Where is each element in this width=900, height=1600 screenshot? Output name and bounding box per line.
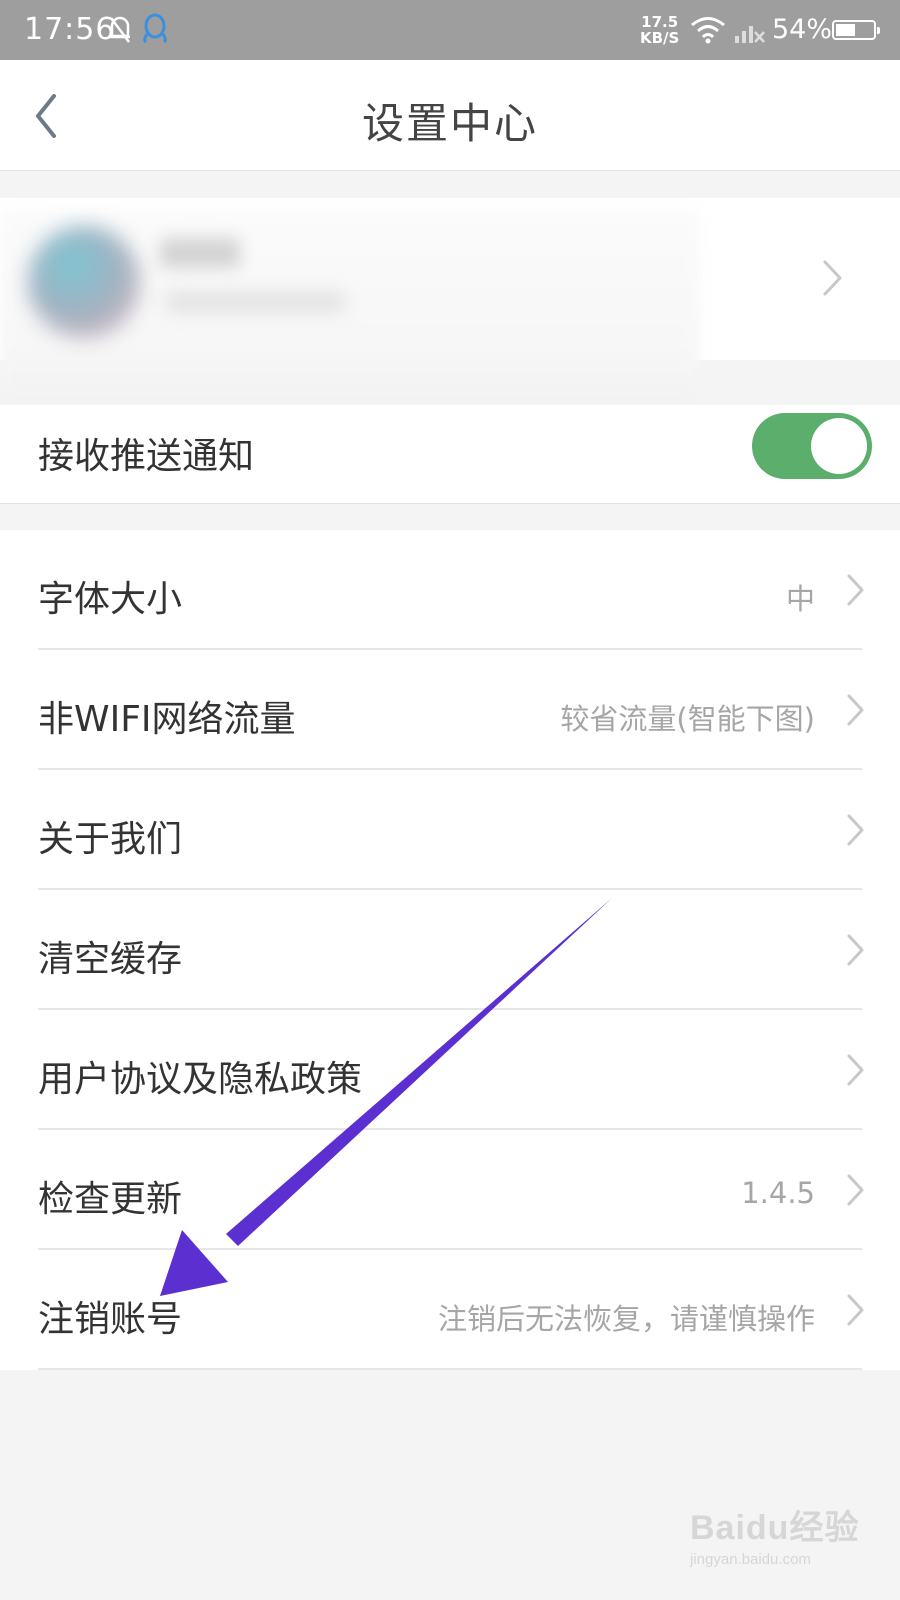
watermark-url: jingyan.baidu.com [690,1551,811,1568]
baidu-jingyan-watermark: Baidu经验 jingyan.baidu.com [690,1500,859,1568]
watermark-logo: Baidu经验 [690,1509,860,1547]
settings-row-font-size[interactable]: 字体大小 中 [0,530,900,650]
chevron-right-icon [845,572,865,612]
settings-row-label: 用户协议及隐私政策 [38,1059,363,1100]
settings-row-non-wifi-traffic[interactable]: 非WIFI网络流量 较省流量(智能下图) [0,650,900,770]
settings-row-label: 非WIFI网络流量 [38,699,296,740]
divider [38,1368,862,1370]
user-subtitle-blurred [165,292,345,312]
battery-percent: 54% [772,14,833,45]
settings-row-label: 关于我们 [38,819,183,860]
network-speed: 17.5 KB/S [640,14,679,46]
chevron-right-icon [845,1292,865,1332]
push-notification-label: 接收推送通知 [38,436,255,477]
username-blurred [160,238,240,268]
qq-penguin-icon [142,12,168,50]
settings-row-label: 注销账号 [38,1299,183,1340]
settings-row-value: 中 [785,582,815,616]
chevron-right-icon [845,812,865,852]
push-notification-toggle[interactable] [752,413,872,479]
settings-row-check-update[interactable]: 检查更新 1.4.5 [0,1130,900,1250]
chevron-right-icon [845,932,865,972]
push-notification-row: 接收推送通知 [0,405,900,504]
avatar [28,226,140,338]
settings-row-label: 清空缓存 [38,939,183,980]
settings-row-user-agreement[interactable]: 用户协议及隐私政策 [0,1010,900,1130]
wifi-icon [690,16,726,48]
battery-level [836,24,855,36]
settings-row-value: 注销后无法恢复，请谨慎操作 [437,1302,815,1336]
chevron-right-icon [845,1172,865,1212]
settings-row-cancel-account[interactable]: 注销账号 注销后无法恢复，请谨慎操作 [0,1250,900,1370]
settings-row-label: 字体大小 [38,579,183,620]
chevron-right-icon [845,692,865,732]
settings-row-value: 1.4.5 [741,1176,815,1210]
settings-list: 字体大小 中 非WIFI网络流量 较省流量(智能下图) 关于我们 清空缓存 用户… [0,530,900,1370]
page-title: 设置中心 [361,99,538,148]
battery-icon [832,20,880,40]
settings-row-value: 较省流量(智能下图) [560,702,815,736]
settings-row-clear-cache[interactable]: 清空缓存 [0,890,900,1010]
chevron-right-icon [820,258,844,302]
chevron-right-icon [845,1052,865,1092]
toggle-knob [811,418,867,474]
status-time: 17:56 [24,12,116,47]
status-bar: 17:56 17.5 KB/S 54% [0,0,900,60]
cellular-signal-icon [734,18,766,48]
settings-row-label: 检查更新 [38,1179,183,1220]
navigation-header: 设置中心 [0,60,900,171]
mute-bell-icon [108,12,132,50]
settings-row-about-us[interactable]: 关于我们 [0,770,900,890]
network-speed-value: 17.5 [641,13,679,31]
network-speed-unit: KB/S [640,29,680,47]
